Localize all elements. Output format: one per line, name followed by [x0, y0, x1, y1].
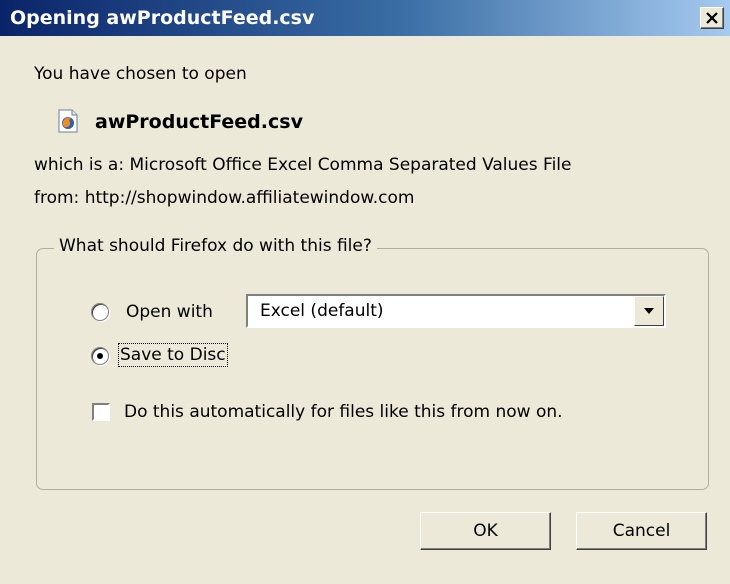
close-icon: [706, 12, 718, 24]
application-select[interactable]: Excel (default): [246, 294, 666, 328]
auto-checkbox[interactable]: [92, 403, 110, 421]
group-legend: What should Firefox do with this file?: [54, 236, 377, 256]
application-select-value: Excel (default): [260, 301, 384, 321]
dialog-title: Opening awProductFeed.csv: [10, 7, 315, 29]
auto-checkbox-label[interactable]: Do this automatically for files like thi…: [124, 402, 563, 422]
download-dialog: Opening awProductFeed.csv You have chose…: [0, 0, 730, 584]
source-url-text: from: http://shopwindow.affiliatewindow.…: [34, 188, 415, 208]
save-to-disc-label[interactable]: Save to Disc: [118, 343, 228, 367]
chosen-to-open-text: You have chosen to open: [34, 64, 247, 84]
file-type-text: which is a: Microsoft Office Excel Comma…: [34, 155, 572, 175]
title-bar[interactable]: Opening awProductFeed.csv: [0, 0, 730, 36]
file-name: awProductFeed.csv: [95, 111, 303, 133]
save-to-disc-radio[interactable]: [91, 347, 109, 365]
open-with-label[interactable]: Open with: [126, 302, 213, 322]
open-with-radio[interactable]: [91, 303, 109, 321]
ok-button[interactable]: OK: [420, 512, 551, 550]
action-group: [36, 248, 709, 490]
cancel-button[interactable]: Cancel: [576, 512, 707, 550]
dropdown-button[interactable]: [634, 296, 664, 326]
radio-selected-dot: [97, 353, 103, 359]
close-button[interactable]: [700, 7, 724, 29]
firefox-document-icon: [58, 109, 78, 133]
chevron-down-icon: [644, 308, 654, 314]
